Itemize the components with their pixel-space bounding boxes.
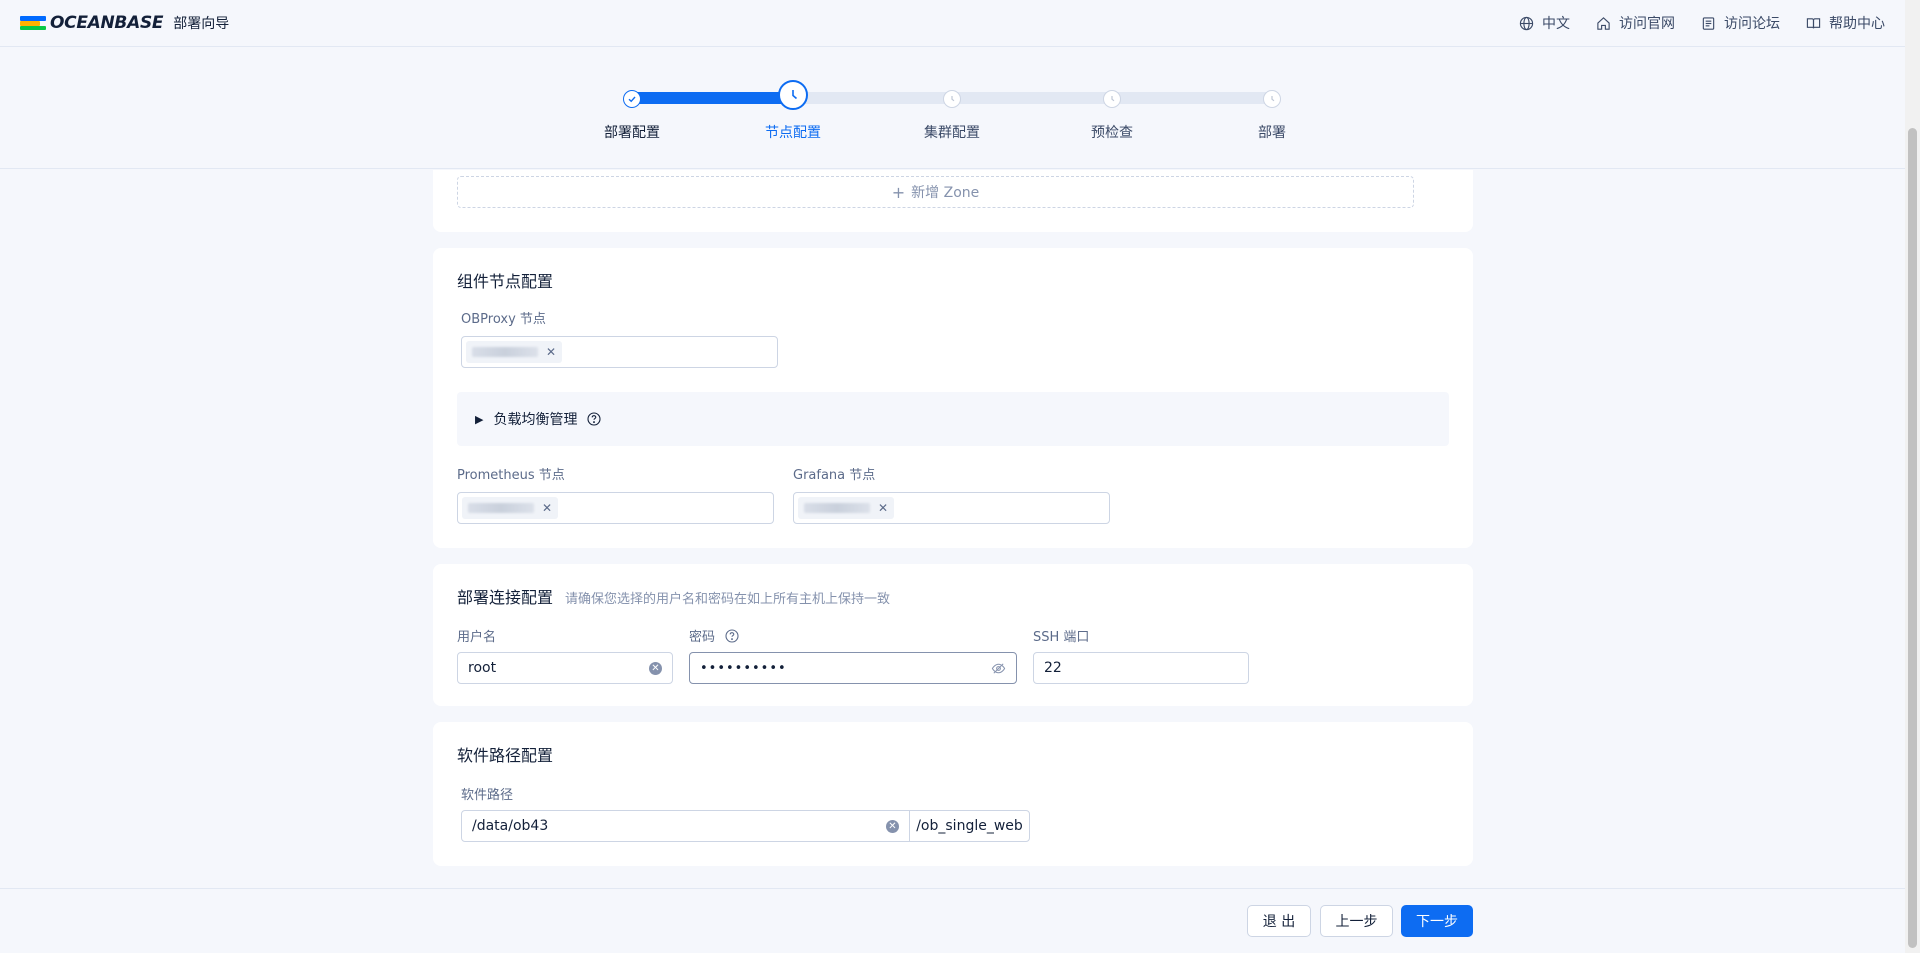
zone-card: + 新增 Zone <box>433 170 1473 232</box>
close-icon[interactable]: ✕ <box>878 501 888 515</box>
step-2-active-node <box>778 80 808 110</box>
book-icon <box>1806 17 1821 28</box>
caret-right-icon: ▶ <box>475 412 484 426</box>
grafana-host-tag: ✕ <box>798 497 895 519</box>
add-zone-label: 新增 Zone <box>911 185 980 201</box>
password-input[interactable]: •••••••••• <box>689 652 1017 684</box>
software-path-input[interactable]: /data/ob43 ✕ <box>461 810 910 842</box>
clock-icon <box>1271 96 1275 102</box>
add-zone-button[interactable]: + 新增 Zone <box>457 176 1414 208</box>
clear-icon[interactable]: ✕ <box>886 819 899 833</box>
step-4-pending-node <box>1103 90 1121 108</box>
plus-icon: + <box>891 182 906 202</box>
prometheus-select[interactable]: ✕ <box>457 492 774 524</box>
username-input[interactable]: root ✕ <box>457 652 673 684</box>
close-icon[interactable]: ✕ <box>546 345 556 359</box>
ssh-port-input[interactable]: 22 <box>1033 652 1249 684</box>
globe-icon <box>1519 16 1534 30</box>
nav-forum[interactable]: 访问论坛 <box>1701 13 1780 33</box>
close-icon[interactable]: ✕ <box>542 501 552 515</box>
ssh-port-value: 22 <box>1044 660 1062 676</box>
step-label-precheck: 预检查 <box>1091 125 1133 141</box>
oceanbase-logo[interactable]: OCEANBASE <box>20 13 164 33</box>
prometheus-label: Prometheus 节点 <box>457 468 565 483</box>
grafana-label: Grafana 节点 <box>793 468 876 483</box>
password-label-row: 密码 <box>689 626 739 645</box>
logo-text: OCEANBASE <box>50 13 164 33</box>
step-fill <box>632 92 792 104</box>
load-balance-collapse[interactable]: ▶ 负载均衡管理 <box>457 392 1449 446</box>
forum-icon <box>1702 16 1715 30</box>
prometheus-host-tag: ✕ <box>462 497 559 519</box>
app-title: 部署向导 <box>173 16 230 32</box>
question-circle-icon[interactable] <box>725 628 739 643</box>
software-path-label: 软件路径 <box>461 788 514 803</box>
nav-official-site[interactable]: 访问官网 <box>1596 13 1675 33</box>
prev-step-button[interactable]: 上一步 <box>1320 905 1393 937</box>
username-value: root <box>468 660 497 676</box>
component-node-card: 组件节点配置 OBProxy 节点 ✕ ▶ 负载均衡管理 Prometheus … <box>433 248 1473 548</box>
connection-hint: 请确保您选择的用户名和密码在如上所有主机上保持一致 <box>565 592 891 607</box>
software-card-title: 软件路径配置 <box>457 746 554 765</box>
connection-card: 部署连接配置 请确保您选择的用户名和密码在如上所有主机上保持一致 用户名 roo… <box>433 564 1473 706</box>
exit-button[interactable]: 退 出 <box>1247 905 1311 937</box>
step-3-pending-node <box>943 90 961 108</box>
obproxy-select[interactable]: ✕ <box>461 336 778 368</box>
obproxy-label: OBProxy 节点 <box>461 312 546 327</box>
header-nav: 中文 访问官网 访问论坛 帮助中心 <box>1519 13 1885 33</box>
obproxy-host-tag: ✕ <box>466 341 563 363</box>
eye-invisible-icon[interactable] <box>991 661 1006 676</box>
step-label-deploy-config: 部署配置 <box>604 125 660 141</box>
software-path-suffix: /ob_single_web <box>909 810 1030 842</box>
page-scrollbar[interactable] <box>1905 0 1920 953</box>
nav-official-site-label: 访问官网 <box>1619 16 1675 32</box>
footer-bar: 退 出 上一步 下一步 <box>0 888 1905 953</box>
step-label-deploy: 部署 <box>1258 125 1286 141</box>
grafana-select[interactable]: ✕ <box>793 492 1110 524</box>
clock-icon <box>1111 96 1115 102</box>
clear-icon[interactable]: ✕ <box>649 661 662 675</box>
software-path-suffix-value: /ob_single_web <box>916 818 1023 834</box>
nav-forum-label: 访问论坛 <box>1724 16 1780 32</box>
scrollbar-thumb[interactable] <box>1908 128 1917 948</box>
brand: OCEANBASE 部署向导 <box>20 13 229 33</box>
nav-language-label: 中文 <box>1542 16 1570 32</box>
connection-header: 部署连接配置 请确保您选择的用户名和密码在如上所有主机上保持一致 <box>457 584 890 608</box>
load-balance-label: 负载均衡管理 <box>493 412 578 428</box>
software-path-value: /data/ob43 <box>472 818 549 834</box>
home-icon <box>1597 16 1610 30</box>
clock-icon <box>951 96 955 102</box>
check-icon <box>628 96 636 103</box>
step-progress: 部署配置 节点配置 集群配置 预检查 部署 <box>0 48 1905 169</box>
next-step-button[interactable]: 下一步 <box>1401 905 1473 937</box>
step-label-cluster-config: 集群配置 <box>924 125 980 141</box>
step-1-done-node <box>623 90 641 108</box>
nav-language[interactable]: 中文 <box>1519 13 1570 33</box>
step-5-pending-node <box>1263 90 1281 108</box>
nav-help-center-label: 帮助中心 <box>1829 16 1885 32</box>
top-header: OCEANBASE 部署向导 中文 访问官网 访问论坛 帮助中心 <box>0 0 1905 47</box>
password-label: 密码 <box>689 630 716 645</box>
password-value: •••••••••• <box>700 660 787 676</box>
nav-help-center[interactable]: 帮助中心 <box>1806 13 1885 33</box>
ssh-port-label: SSH 端口 <box>1033 630 1090 645</box>
software-path-card: 软件路径配置 软件路径 /data/ob43 ✕ /ob_single_web <box>433 722 1473 866</box>
clock-icon <box>792 90 798 100</box>
connection-card-title: 部署连接配置 <box>457 588 554 607</box>
logo-mark-icon <box>20 16 46 30</box>
question-circle-icon[interactable] <box>587 412 602 426</box>
username-label: 用户名 <box>457 630 497 645</box>
step-label-node-config: 节点配置 <box>765 125 821 141</box>
component-card-title: 组件节点配置 <box>457 272 554 291</box>
